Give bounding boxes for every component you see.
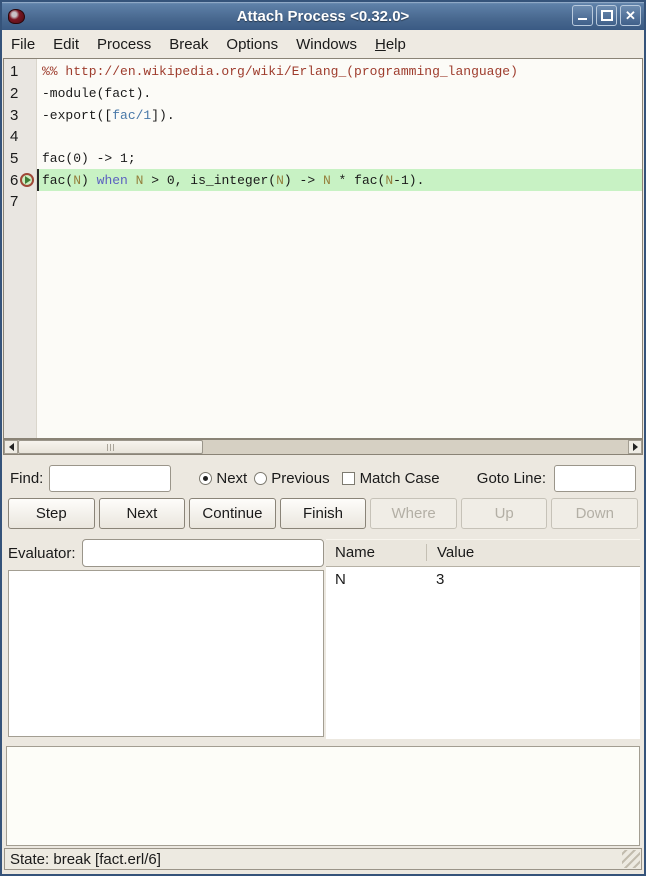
code-text: %% http://en.wikipedia.org/wiki/Erlang_(… [37, 61, 642, 83]
minimize-button[interactable] [572, 5, 593, 26]
code-line-1[interactable]: 1%% http://en.wikipedia.org/wiki/Erlang_… [4, 61, 642, 83]
close-button[interactable]: ✕ [620, 5, 641, 26]
line-number[interactable]: 3 [4, 107, 37, 124]
scrollbar-trough[interactable] [203, 440, 628, 454]
close-icon: ✕ [625, 9, 636, 22]
scrollbar-thumb[interactable] [18, 440, 203, 454]
status-bar: State: break [fact.erl/6] [4, 848, 642, 870]
variables-header: Name Value [326, 539, 640, 567]
line-number[interactable]: 1 [4, 63, 37, 80]
find-label: Find: [10, 470, 43, 487]
evaluator-input[interactable] [82, 539, 324, 567]
code-line-7[interactable]: 7 [4, 191, 642, 213]
goto-line-label: Goto Line: [477, 470, 546, 487]
find-next-label[interactable]: Next [216, 470, 247, 487]
menu-item-process[interactable]: Process [88, 32, 160, 57]
code-text: fac(N) when N > 0, is_integer(N) -> N * … [37, 169, 642, 191]
title-bar: Attach Process <0.32.0> ✕ [2, 2, 644, 30]
continue-button[interactable]: Continue [189, 498, 276, 529]
down-button[interactable]: Down [551, 498, 638, 529]
code-line-6[interactable]: 6fac(N) when N > 0, is_integer(N) -> N *… [4, 169, 642, 191]
window-title: Attach Process <0.32.0> [2, 8, 644, 25]
evaluator-label: Evaluator: [8, 545, 76, 562]
next-button[interactable]: Next [99, 498, 186, 529]
find-row: Find: Next Previous Match Case Goto Line… [2, 460, 644, 496]
name-column-header[interactable]: Name [326, 544, 426, 561]
line-number[interactable]: 4 [4, 128, 37, 145]
horizontal-scrollbar[interactable] [3, 439, 643, 455]
code-line-3[interactable]: 3-export([fac/1]). [4, 104, 642, 126]
attach-process-window: Attach Process <0.32.0> ✕ FileEditProces… [0, 0, 646, 876]
code-line-5[interactable]: 5fac(0) -> 1; [4, 148, 642, 170]
debug-button-row: StepNextContinueFinishWhereUpDown [8, 498, 638, 531]
maximize-icon [601, 10, 613, 21]
step-button[interactable]: Step [8, 498, 95, 529]
variable-row[interactable]: N3 [326, 567, 640, 591]
up-button[interactable]: Up [461, 498, 548, 529]
code-text: -module(fact). [37, 83, 642, 105]
menu-item-help[interactable]: Help [366, 32, 415, 57]
code-line-2[interactable]: 2-module(fact). [4, 83, 642, 105]
code-line-4[interactable]: 4 [4, 126, 642, 148]
menu-item-break[interactable]: Break [160, 32, 217, 57]
variable-name: N [326, 571, 426, 588]
line-number[interactable]: 7 [4, 193, 37, 210]
minimize-icon [578, 18, 587, 20]
code-text: fac(0) -> 1; [37, 148, 642, 170]
match-case-label[interactable]: Match Case [360, 470, 440, 487]
code-view[interactable]: 1%% http://en.wikipedia.org/wiki/Erlang_… [3, 58, 643, 439]
find-input[interactable] [49, 465, 171, 492]
find-previous-label[interactable]: Previous [271, 470, 329, 487]
code-lines: 1%% http://en.wikipedia.org/wiki/Erlang_… [4, 61, 642, 213]
variables-body: N3 [326, 567, 640, 739]
code-text: -export([fac/1]). [37, 104, 642, 126]
match-case-checkbox[interactable] [342, 472, 355, 485]
variables-panel: Name Value N3 [326, 539, 640, 739]
evaluator-output [8, 570, 324, 737]
line-number[interactable]: 2 [4, 85, 37, 102]
find-previous-radio[interactable] [254, 472, 267, 485]
menu-item-windows[interactable]: Windows [287, 32, 366, 57]
line-number[interactable]: 5 [4, 150, 37, 167]
menu-item-edit[interactable]: Edit [44, 32, 88, 57]
value-column-header[interactable]: Value [426, 544, 640, 561]
scroll-right-arrow-icon[interactable] [628, 440, 642, 454]
resize-grip[interactable] [622, 850, 640, 868]
breakpoint-marker-icon[interactable] [20, 173, 34, 187]
window-controls: ✕ [572, 5, 641, 26]
code-text [37, 191, 642, 213]
status-text: State: break [fact.erl/6] [10, 851, 161, 868]
finish-button[interactable]: Finish [280, 498, 367, 529]
menu-item-file[interactable]: File [2, 32, 44, 57]
menu-bar: FileEditProcessBreakOptionsWindowsHelp [2, 30, 644, 58]
menu-item-options[interactable]: Options [217, 32, 287, 57]
maximize-button[interactable] [596, 5, 617, 26]
trace-output [6, 746, 640, 846]
evaluator-row: Evaluator: [8, 538, 324, 568]
goto-line-input[interactable] [554, 465, 636, 492]
where-button[interactable]: Where [370, 498, 457, 529]
variable-value: 3 [426, 571, 640, 588]
find-next-radio[interactable] [199, 472, 212, 485]
scroll-left-arrow-icon[interactable] [4, 440, 18, 454]
code-text [37, 126, 642, 148]
